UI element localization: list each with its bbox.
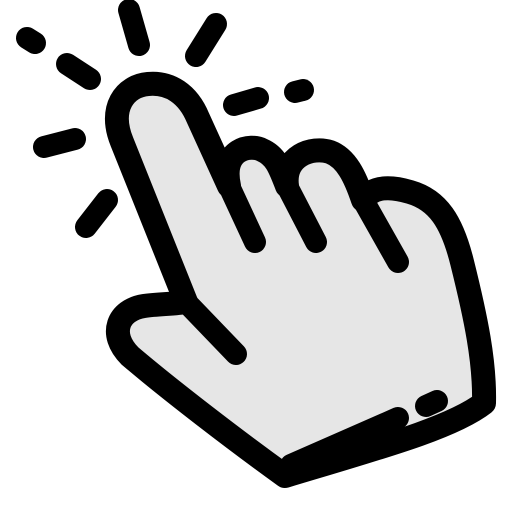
burst-line bbox=[185, 13, 227, 67]
burst-line bbox=[118, 0, 150, 56]
burst-line bbox=[56, 53, 101, 90]
burst-line bbox=[223, 87, 269, 116]
cuff-line-short bbox=[415, 390, 448, 417]
hand-shape bbox=[105, 71, 497, 488]
icon-canvas bbox=[0, 0, 512, 512]
burst-line bbox=[33, 128, 86, 158]
pointing-hand-click-icon bbox=[16, 0, 497, 488]
burst-line bbox=[75, 189, 118, 238]
burst-line bbox=[284, 79, 314, 103]
burst-line bbox=[16, 27, 46, 54]
